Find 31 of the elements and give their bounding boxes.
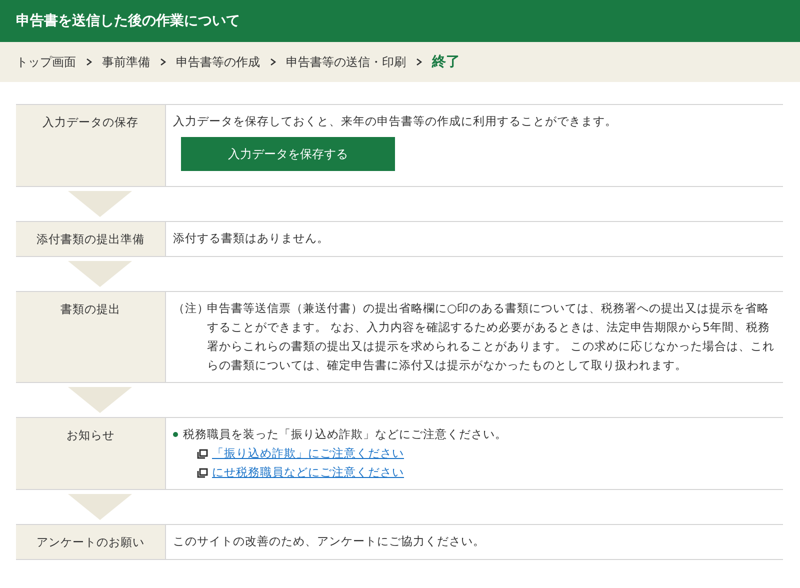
notice-link[interactable]: 「振り込め詐欺」にご注意ください [212,444,404,463]
new-window-icon [197,468,208,478]
new-window-icon [197,448,208,458]
bullet-icon [173,432,178,437]
description-text: このサイトの改善のため、アンケートにご協力ください。 [173,533,486,550]
save-data-button[interactable]: 入力データを保存する [181,137,395,171]
notice-link[interactable]: にせ税務職員などにご注意ください [212,463,404,482]
section-label: お知らせ [16,418,166,489]
chevron-right-icon [268,57,278,67]
down-arrow-icon [68,387,132,413]
section-label: 添付書類の提出準備 [16,222,166,256]
chevron-right-icon [414,57,424,67]
down-arrow-icon [68,494,132,520]
section-label: 入力データの保存 [16,105,166,186]
breadcrumb-item: 申告書等の作成 [176,54,260,70]
chevron-right-icon [84,57,94,67]
note-marker: （注） [173,300,207,317]
breadcrumb-item: 事前準備 [102,54,150,70]
down-arrow-icon [68,191,132,217]
section-label: 書類の提出 [16,292,166,382]
description-text: 入力データを保存しておくと、来年の申告書等の作成に利用することができます。 [173,113,618,130]
breadcrumb-item: 申告書等の送信・印刷 [286,54,406,70]
section-label: アンケートのお願い [16,525,166,559]
description-text: 添付する書類はありません。 [173,230,330,247]
down-arrow-icon [68,261,132,287]
chevron-right-icon [158,57,168,67]
breadcrumb-item: 終了 [432,53,460,71]
breadcrumb-item: トップ画面 [16,54,76,70]
page-title: 申告書を送信した後の作業について [16,12,240,30]
note-text: 申告書等送信票（兼送付書）の提出省略欄に○印のある書類については、税務署への提出又は提示を省略することができます。 なお、入力内容を確認するため必要があるときは、法定申告期限から5年間、税務署からこれらの書類の提出又は提示を求められることがあります。 この求めに応じなかった場合は、これらの書類については、確定申告書に添付又は提示がなかったものとして取り扱われます。 [207,300,776,374]
notice-text: 税務職員を装った「振り込め詐欺」などにご注意ください。 [183,426,507,443]
